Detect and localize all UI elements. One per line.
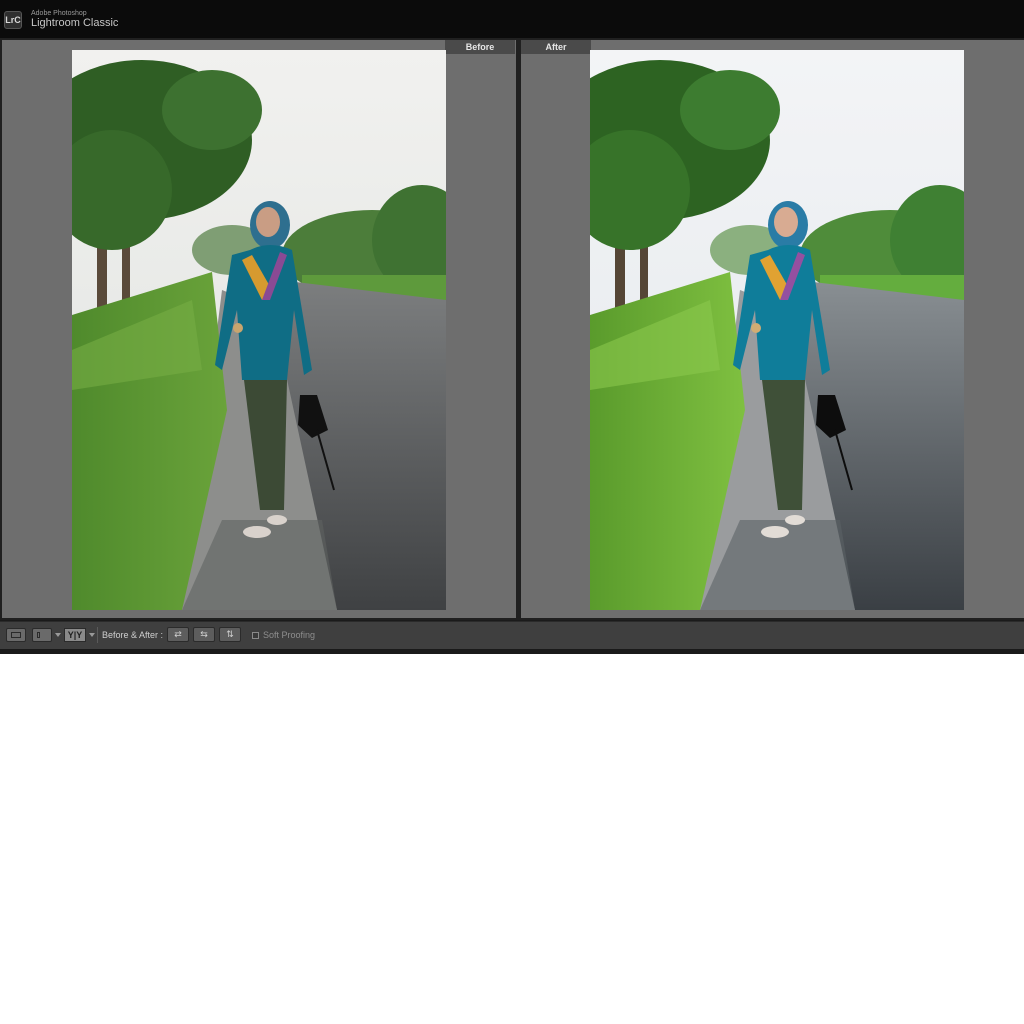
soft-proofing-label[interactable]: Soft Proofing — [263, 629, 315, 641]
before-photo-image — [72, 50, 446, 610]
after-photo[interactable] — [590, 50, 964, 610]
loupe-view-button[interactable] — [6, 628, 26, 642]
compare-view-button[interactable] — [32, 628, 52, 642]
after-label: After — [521, 40, 591, 54]
copy-before-to-after-icon: ⇄ — [174, 629, 182, 639]
swap-before-after-icon: ⇅ — [226, 629, 234, 639]
before-pane[interactable]: Before — [2, 40, 516, 618]
after-photo-image — [590, 50, 964, 610]
copy-before-to-after-button[interactable]: ⇄ — [167, 627, 189, 642]
swap-before-after-button[interactable]: ⇅ — [219, 627, 241, 642]
lightroom-logo: LrC — [4, 11, 22, 29]
app-name: Lightroom Classic — [31, 17, 119, 29]
before-after-label: Before & After : — [102, 630, 164, 640]
copy-after-to-before-button[interactable]: ⇆ — [193, 627, 215, 642]
compare-icon — [37, 632, 40, 638]
loupe-icon — [11, 632, 21, 638]
before-after-mode-caret-icon[interactable] — [89, 633, 95, 637]
viewer-toolbar: Y|Y Before & After : ⇄ ⇆ ⇅ Soft Proofing — [0, 621, 1024, 649]
copy-after-to-before-icon: ⇆ — [200, 629, 208, 639]
after-pane[interactable]: After — [521, 40, 1024, 618]
before-after-viewer: Before After — [0, 38, 1024, 620]
lightroom-window: LrC Adobe Photoshop Lightroom Classic Be… — [0, 0, 1024, 654]
toolbar-divider — [97, 627, 98, 643]
compare-view-caret-icon[interactable] — [55, 633, 61, 637]
before-after-view-button[interactable]: Y|Y — [64, 628, 86, 642]
title-bar: LrC Adobe Photoshop Lightroom Classic — [0, 0, 1024, 38]
before-label: Before — [445, 40, 515, 54]
before-photo[interactable] — [72, 50, 446, 610]
window-bottom-edge — [0, 649, 1024, 654]
soft-proofing-checkbox[interactable] — [252, 632, 259, 639]
